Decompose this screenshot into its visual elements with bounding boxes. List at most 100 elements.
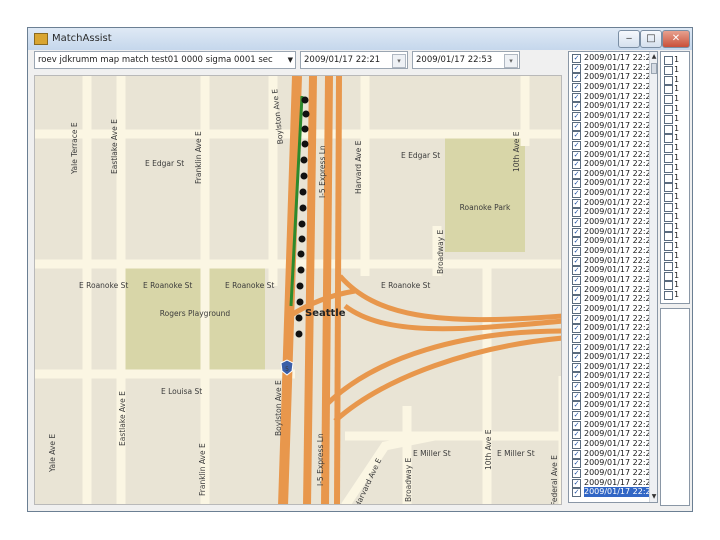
time-list-item[interactable]: ✓ 2009/01/17 22:22: [569, 420, 657, 430]
time-list-item[interactable]: ✓ 2009/01/17 22:22: [569, 468, 657, 478]
checkbox[interactable]: [664, 56, 673, 65]
checkbox[interactable]: [664, 252, 673, 261]
checkbox[interactable]: [664, 144, 673, 154]
close-button[interactable]: ✕: [662, 30, 690, 48]
time-list-item[interactable]: ✓ 2009/01/17 22:22: [569, 159, 657, 170]
checkbox[interactable]: [664, 212, 673, 222]
checkbox[interactable]: ✓: [572, 111, 581, 121]
gps-point[interactable]: [301, 96, 309, 104]
checkbox[interactable]: [664, 114, 673, 124]
file-select[interactable]: roev jdkrumm map match test01 0000 sigma…: [34, 51, 296, 69]
time-list-item[interactable]: ✓ 2009/01/17 22:22: [569, 391, 657, 401]
time-list-item[interactable]: ✓ 2009/01/17 22:22: [569, 169, 657, 179]
checkbox[interactable]: ✓: [572, 459, 581, 469]
time-list-item[interactable]: ✓ 2009/01/17 22:22: [569, 343, 657, 353]
checkbox[interactable]: ✓: [572, 488, 581, 498]
chevron-down-icon[interactable]: ▼: [288, 52, 293, 68]
time-list-item[interactable]: ✓ 2009/01/17 22:22: [569, 217, 657, 228]
checkbox[interactable]: ✓: [572, 285, 581, 295]
checkbox[interactable]: ✓: [572, 102, 581, 112]
time-list-item[interactable]: ✓ 2009/01/17 22:22: [569, 487, 657, 498]
time-list-item[interactable]: ✓ 2009/01/17 22:22: [569, 72, 657, 83]
time-list-item[interactable]: ✓ 2009/01/17 22:22: [569, 207, 657, 218]
gps-point[interactable]: [298, 220, 306, 228]
checkbox[interactable]: [664, 124, 673, 134]
checkbox[interactable]: ✓: [572, 227, 581, 237]
checkbox[interactable]: ✓: [572, 54, 581, 63]
checkbox[interactable]: ✓: [572, 449, 581, 459]
checkbox[interactable]: ✓: [572, 401, 581, 411]
time-list-item[interactable]: ✓ 2009/01/17 22:22: [569, 381, 657, 392]
checkbox[interactable]: ✓: [572, 440, 581, 449]
checkbox[interactable]: [664, 261, 673, 271]
checkbox[interactable]: [664, 75, 673, 85]
map-view[interactable]: 5 Yale Terrace E Eastlake Ave E E Edgar …: [34, 75, 562, 505]
time-list-item[interactable]: ✓ 2009/01/17 22:22: [569, 121, 657, 131]
checkbox[interactable]: ✓: [572, 420, 581, 430]
time-list-item[interactable]: ✓ 2009/01/17 22:22: [569, 314, 657, 324]
calendar-dropdown-icon[interactable]: ▾: [392, 54, 406, 68]
checkbox[interactable]: ✓: [572, 295, 581, 305]
time-list-item[interactable]: ✓ 2009/01/17 22:22: [569, 275, 657, 285]
checkbox[interactable]: ✓: [572, 382, 581, 392]
time-list-item[interactable]: ✓ 2009/01/17 22:22: [569, 294, 657, 305]
checkbox[interactable]: ✓: [572, 82, 581, 92]
checkbox[interactable]: [664, 242, 673, 252]
time-list-item[interactable]: ✓ 2009/01/17 22:22: [569, 429, 657, 440]
checkbox[interactable]: ✓: [572, 372, 581, 382]
time-list-item[interactable]: ✓ 2009/01/17 22:22: [569, 362, 657, 372]
checkbox[interactable]: ✓: [572, 208, 581, 218]
checkbox[interactable]: ✓: [572, 304, 581, 314]
checkbox[interactable]: ✓: [572, 247, 581, 256]
checkbox[interactable]: ✓: [572, 140, 581, 150]
time-list-item[interactable]: ✓ 2009/01/17 22:22: [569, 410, 657, 421]
checkbox[interactable]: [664, 85, 673, 95]
time-list-item[interactable]: ✓ 2009/01/17 22:22: [569, 150, 657, 160]
time-list-item[interactable]: ✓ 2009/01/17 22:22: [569, 111, 657, 121]
time-list-scrollbar[interactable]: ▲ ▼: [649, 52, 657, 502]
time-list-item[interactable]: ✓ 2009/01/17 22:22: [569, 333, 657, 343]
calendar-dropdown-icon[interactable]: ▾: [504, 54, 518, 68]
checkbox[interactable]: [664, 134, 673, 144]
checkbox[interactable]: ✓: [572, 333, 581, 343]
checkbox[interactable]: ✓: [572, 179, 581, 189]
checkbox[interactable]: [664, 183, 673, 193]
checkbox[interactable]: ✓: [572, 92, 581, 102]
time-list-item[interactable]: ✓ 2009/01/17 22:22: [569, 198, 657, 208]
side-list[interactable]: 1111111111111111111111111: [660, 51, 690, 304]
gps-point[interactable]: [300, 172, 308, 180]
checkbox[interactable]: [664, 232, 673, 242]
checkbox[interactable]: ✓: [572, 362, 581, 372]
checkbox[interactable]: ✓: [572, 189, 581, 199]
time-list-item[interactable]: ✓ 2009/01/17 22:22: [569, 400, 657, 411]
time-list-item[interactable]: ✓ 2009/01/17 22:22: [569, 458, 657, 469]
time-list-item[interactable]: ✓ 2009/01/17 22:22: [569, 63, 657, 73]
time-list-item[interactable]: ✓ 2009/01/17 22:22: [569, 256, 657, 266]
checkbox[interactable]: [664, 65, 673, 75]
scroll-thumb[interactable]: [651, 63, 657, 74]
time-list-item[interactable]: ✓ 2009/01/17 22:22: [569, 478, 657, 488]
time-list-item[interactable]: ✓ 2009/01/17 22:22: [569, 352, 657, 363]
gps-point[interactable]: [295, 330, 303, 338]
checkbox[interactable]: ✓: [572, 237, 581, 247]
gps-point[interactable]: [299, 204, 307, 212]
time-list-item[interactable]: ✓ 2009/01/17 22:22: [569, 449, 657, 459]
gps-point[interactable]: [295, 314, 303, 322]
time-list-item[interactable]: ✓ 2009/01/17 22:22: [569, 371, 657, 382]
checkbox[interactable]: [664, 163, 673, 173]
gps-point[interactable]: [300, 156, 308, 164]
checkbox[interactable]: [664, 271, 673, 281]
end-time-picker[interactable]: 2009/01/17 22:53 ▾: [412, 51, 520, 69]
checkbox[interactable]: ✓: [572, 160, 581, 170]
checkbox[interactable]: ✓: [572, 411, 581, 421]
checkbox[interactable]: ✓: [572, 468, 581, 478]
checkbox[interactable]: ✓: [572, 169, 581, 179]
time-list-item[interactable]: ✓ 2009/01/17 22:22: [569, 82, 657, 92]
checkbox[interactable]: ✓: [572, 256, 581, 266]
checkbox[interactable]: [664, 222, 673, 232]
checkbox[interactable]: ✓: [572, 314, 581, 324]
title-bar[interactable]: MatchAssist ‒ □ ✕: [28, 28, 692, 50]
checkbox[interactable]: [664, 193, 673, 203]
checkbox[interactable]: ✓: [572, 391, 581, 401]
checkbox[interactable]: ✓: [572, 430, 581, 440]
